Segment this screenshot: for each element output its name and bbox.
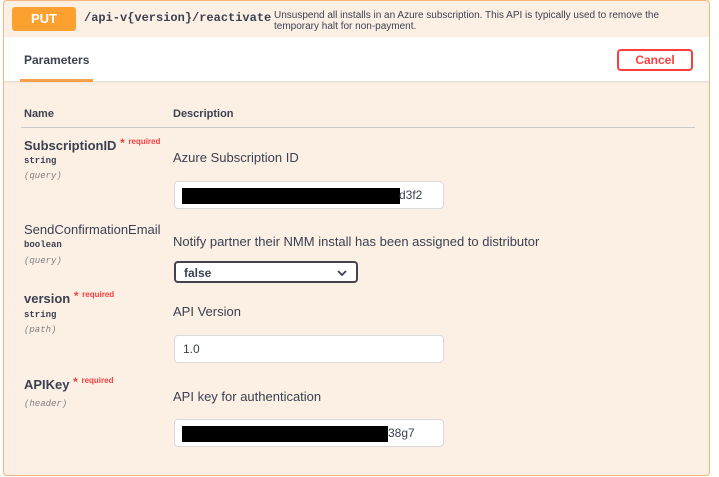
param-type: string	[24, 156, 57, 166]
column-header-description: Description	[173, 108, 234, 120]
required-label: required	[81, 376, 114, 385]
redaction-box	[182, 426, 388, 442]
parameters-header: Parameters Cancel	[4, 37, 709, 82]
param-name-sendconfirmationemail: SendConfirmationEmail	[24, 222, 161, 237]
param-location: (query)	[24, 256, 62, 266]
select-value: false	[184, 266, 212, 280]
column-header-name: Name	[24, 108, 54, 120]
param-description: Azure Subscription ID	[173, 150, 299, 165]
param-location: (query)	[24, 171, 62, 181]
sendconfirmationemail-select[interactable]: false	[174, 261, 358, 283]
param-type: string	[24, 310, 57, 320]
param-location: (path)	[24, 325, 57, 335]
operation-summary[interactable]: PUT /api-v{version}/reactivate Unsuspend…	[4, 1, 709, 37]
chevron-down-icon	[337, 270, 347, 277]
param-name-apikey: APIKey * required	[24, 375, 114, 392]
method-badge: PUT	[12, 7, 76, 31]
header-divider	[21, 127, 695, 128]
required-label: required	[128, 137, 161, 146]
tab-parameters[interactable]: Parameters	[20, 37, 94, 82]
apikey-input[interactable]: 38g7	[174, 419, 444, 447]
redaction-box	[182, 188, 400, 204]
input-value-suffix: 38g7	[388, 426, 415, 440]
param-description: API key for authentication	[173, 389, 322, 404]
endpoint-description: Unsuspend all installs in an Azure subsc…	[274, 10, 660, 32]
required-label: required	[82, 290, 115, 299]
param-description: API Version	[173, 304, 241, 319]
operation-block: PUT /api-v{version}/reactivate Unsuspend…	[3, 0, 710, 476]
input-value-suffix: d3f2	[399, 188, 423, 202]
required-asterisk: *	[73, 375, 78, 389]
param-description: Notify partner their NMM install has bee…	[173, 234, 540, 249]
input-value: 1.0	[183, 342, 200, 356]
param-name-subscriptionid: SubscriptionID * required	[24, 136, 161, 153]
endpoint-path: /api-v{version}/reactivate	[84, 11, 272, 25]
param-type: boolean	[24, 240, 62, 250]
subscriptionid-input[interactable]: d3f2	[174, 181, 444, 209]
param-name-version: version * required	[24, 289, 115, 306]
required-asterisk: *	[73, 289, 79, 303]
param-location: (header)	[24, 399, 68, 409]
cancel-button[interactable]: Cancel	[617, 49, 693, 71]
required-asterisk: *	[120, 136, 125, 150]
version-input[interactable]: 1.0	[174, 335, 444, 363]
